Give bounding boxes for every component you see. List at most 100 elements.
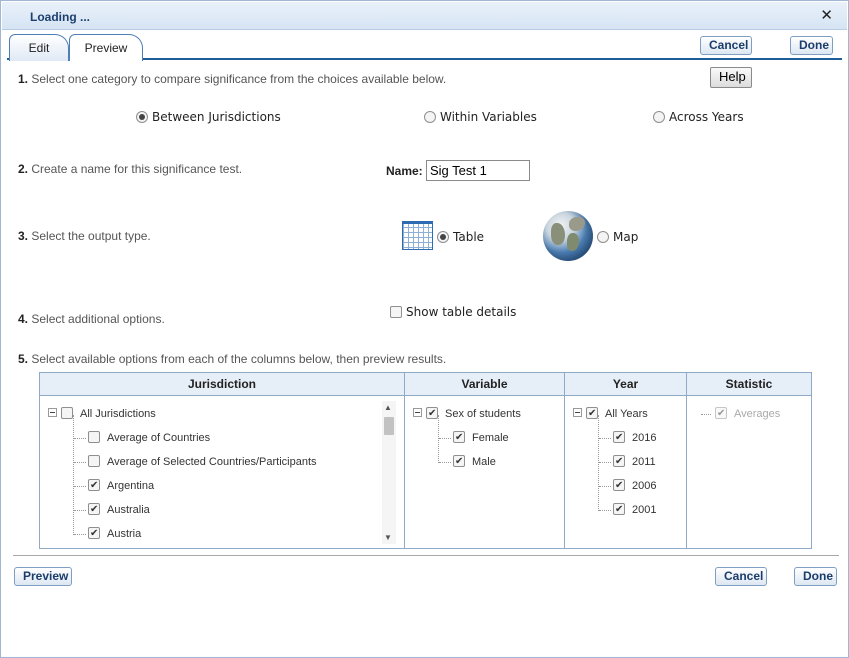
step-text: Create a name for this significance test… <box>28 162 243 176</box>
tree-item[interactable]: Male <box>453 454 496 470</box>
scroll-down-icon[interactable]: ▼ <box>384 533 392 542</box>
radio-unselected-icon[interactable] <box>653 110 665 123</box>
tree-label: Sex of students <box>445 408 521 420</box>
checkbox[interactable] <box>453 430 465 446</box>
checkbox[interactable] <box>88 478 100 494</box>
step-number: 2. <box>18 162 29 176</box>
preview-button[interactable]: Preview <box>14 567 72 586</box>
tree-item-all-years[interactable]: All Years <box>573 406 648 422</box>
checkbox[interactable] <box>426 406 438 422</box>
tree-connector <box>701 414 711 415</box>
done-button[interactable]: Done <box>790 36 833 55</box>
radio-across-years[interactable]: Across Years <box>653 109 744 124</box>
tree-item[interactable]: 2001 <box>613 502 656 518</box>
tree-item[interactable]: Argentina <box>88 478 154 494</box>
jurisdiction-scrollbar[interactable]: ▲ ▼ <box>382 401 396 544</box>
tree-item-all-jurisdictions[interactable]: All Jurisdictions <box>48 406 156 422</box>
radio-output-table[interactable]: Table <box>437 229 484 244</box>
step-text: Select one category to compare significa… <box>28 72 447 86</box>
tree-label: 2001 <box>632 504 657 516</box>
tree-label: Argentina <box>107 480 155 492</box>
variable-column: Variable Sex of students Female Male <box>405 373 565 548</box>
radio-unselected-icon[interactable] <box>424 110 436 123</box>
tree-label: 2006 <box>632 480 657 492</box>
checkbox[interactable] <box>613 430 625 446</box>
tree-item[interactable]: Average of Selected Countries/Participan… <box>88 454 317 470</box>
tree-label: 2016 <box>632 432 657 444</box>
checkbox[interactable] <box>88 455 100 467</box>
tree-item[interactable]: Average of Countries <box>88 430 210 446</box>
step-3-instruction: 3. Select the output type. <box>18 229 151 243</box>
tree-connector <box>74 486 86 487</box>
radio-label: Between Jurisdictions <box>152 109 281 124</box>
tree-connector <box>73 415 74 535</box>
step-number: 3. <box>18 229 29 243</box>
checkbox[interactable] <box>453 454 465 470</box>
statistic-column: Statistic Averages <box>687 373 811 548</box>
checkbox-disabled <box>715 406 727 422</box>
step-text: Select the output type. <box>28 229 151 243</box>
tree-label: Female <box>472 432 509 444</box>
collapse-icon[interactable] <box>413 408 422 417</box>
statistic-header: Statistic <box>687 373 811 396</box>
radio-label: Across Years <box>669 109 744 124</box>
tab-edit[interactable]: Edit <box>9 34 69 61</box>
radio-unselected-icon[interactable] <box>597 230 609 243</box>
show-details-checkbox[interactable] <box>390 305 402 318</box>
tree-item[interactable]: 2016 <box>613 430 656 446</box>
globe-land <box>567 233 579 251</box>
radio-selected-icon[interactable] <box>437 230 449 243</box>
checkbox-label: Show table details <box>406 304 517 319</box>
collapse-icon[interactable] <box>573 408 582 417</box>
year-column: Year All Years 2016 2011 2006 2001 <box>565 373 687 548</box>
footer-done-button[interactable]: Done <box>794 567 837 586</box>
globe-land <box>551 223 565 245</box>
test-name-input[interactable] <box>426 160 530 181</box>
tree-item[interactable]: 2011 <box>613 454 656 470</box>
footer-cancel-button[interactable]: Cancel <box>715 567 767 586</box>
step-number: 1. <box>18 72 29 86</box>
tree-item-sex-of-students[interactable]: Sex of students <box>413 406 521 422</box>
tree-item[interactable]: Female <box>453 430 509 446</box>
checkbox[interactable] <box>613 454 625 470</box>
dialog-title: Loading ... <box>30 10 90 24</box>
tree-connector <box>599 510 611 511</box>
significance-test-dialog: Loading ... ✕ Edit Preview Cancel Done 1… <box>0 0 849 658</box>
help-button[interactable]: Help <box>710 67 752 88</box>
tree-item[interactable]: 2006 <box>613 478 656 494</box>
tree-label: Average of Countries <box>107 432 211 444</box>
scroll-up-icon[interactable]: ▲ <box>384 403 392 412</box>
tree-connector <box>439 438 451 439</box>
radio-output-map[interactable]: Map <box>597 229 638 244</box>
close-icon[interactable]: ✕ <box>820 6 833 24</box>
step-1-instruction: 1. Select one category to compare signif… <box>18 72 446 86</box>
radio-selected-icon[interactable] <box>136 110 148 123</box>
checkbox[interactable] <box>613 502 625 518</box>
cancel-button[interactable]: Cancel <box>700 36 752 55</box>
tab-preview[interactable]: Preview <box>69 34 143 61</box>
globe-land <box>569 217 585 231</box>
tree-item[interactable]: Austria <box>88 526 141 542</box>
tree-label: Average of Selected Countries/Participan… <box>107 456 317 468</box>
tree-label: 2011 <box>632 456 656 468</box>
radio-within-variables[interactable]: Within Variables <box>424 109 537 124</box>
radio-label: Table <box>453 229 485 244</box>
tree-connector <box>74 534 86 535</box>
checkbox[interactable] <box>61 407 73 419</box>
radio-between-jurisdictions[interactable]: Between Jurisdictions <box>136 109 281 124</box>
tree-item[interactable]: Australia <box>88 502 150 518</box>
scroll-thumb[interactable] <box>384 417 394 435</box>
tree-connector <box>438 415 439 463</box>
checkbox[interactable] <box>613 478 625 494</box>
checkbox[interactable] <box>586 406 598 422</box>
step-2-instruction: 2. Create a name for this significance t… <box>18 162 242 176</box>
title-bar[interactable]: Loading ... ✕ <box>2 2 847 30</box>
step-number: 4. <box>18 312 29 326</box>
step-text: Select additional options. <box>28 312 165 326</box>
show-table-details-option[interactable]: Show table details <box>390 304 516 319</box>
checkbox[interactable] <box>88 502 100 518</box>
collapse-icon[interactable] <box>48 408 57 417</box>
checkbox[interactable] <box>88 431 100 443</box>
checkbox[interactable] <box>88 526 100 542</box>
step-4-instruction: 4. Select additional options. <box>18 312 165 326</box>
